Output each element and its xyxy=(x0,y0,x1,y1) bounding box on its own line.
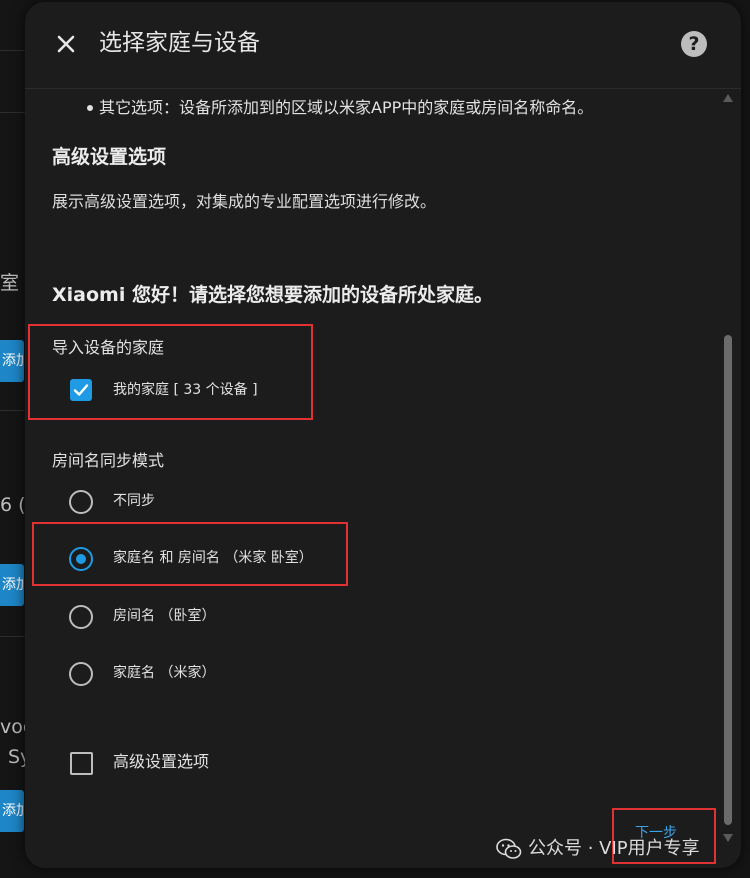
radio-room-only[interactable] xyxy=(69,605,93,629)
close-button[interactable] xyxy=(49,27,83,61)
watermark-text: 公众号 · VIP用户专享 xyxy=(528,838,700,859)
advanced-description: 展示高级设置选项，对集成的专业配置选项进行修改。 xyxy=(52,192,437,211)
bg-text-room: 室 xyxy=(0,272,20,294)
bg-text-partial: Sy xyxy=(8,746,26,768)
bg-text-partial: vog xyxy=(0,716,26,738)
bg-add-button[interactable]: 添加 xyxy=(0,340,24,382)
bg-add-button[interactable]: 添加 xyxy=(0,564,24,606)
dialog-title: 选择家庭与设备 xyxy=(99,30,260,56)
help-icon[interactable]: ? xyxy=(681,31,707,57)
dialog-header: 选择家庭与设备 ? xyxy=(25,2,741,88)
bullet-dot xyxy=(87,105,93,111)
advanced-heading: 高级设置选项 xyxy=(52,146,167,168)
highlight-box-home xyxy=(28,324,313,420)
close-icon xyxy=(57,35,75,53)
radio-no-sync-label[interactable]: 不同步 xyxy=(113,490,155,512)
advanced-checkbox[interactable] xyxy=(70,752,93,775)
room-sync-label: 房间名同步模式 xyxy=(52,451,165,470)
radio-home-only[interactable] xyxy=(69,662,93,686)
watermark: 公众号 · VIP用户专享 xyxy=(496,834,732,864)
radio-home-only-label[interactable]: 家庭名 （米家） xyxy=(113,662,215,684)
radio-no-sync[interactable] xyxy=(69,490,93,514)
scrollbar[interactable] xyxy=(723,89,733,849)
dialog-content: 其它选项：设备所添加到的区域以米家APP中的家庭或房间名称命名。 高级设置选项 … xyxy=(25,89,741,868)
scroll-up-icon[interactable] xyxy=(723,94,733,102)
wechat-icon xyxy=(496,838,522,859)
scrollbar-thumb[interactable] xyxy=(724,335,732,825)
bg-add-button[interactable]: 添加 xyxy=(0,790,24,832)
bg-text-partial: 6 (/ xyxy=(0,494,26,516)
highlight-box-sync-mode xyxy=(32,522,348,586)
greeting-text: Xiaomi 您好！请选择您想要添加的设备所处家庭。 xyxy=(52,284,493,306)
advanced-checkbox-label[interactable]: 高级设置选项 xyxy=(113,750,209,774)
bullet-item: 其它选项：设备所添加到的区域以米家APP中的家庭或房间名称命名。 xyxy=(99,98,594,117)
select-home-dialog: 选择家庭与设备 ? 其它选项：设备所添加到的区域以米家APP中的家庭或房间名称命… xyxy=(25,2,741,868)
radio-room-only-label[interactable]: 房间名 （卧室） xyxy=(113,605,215,627)
